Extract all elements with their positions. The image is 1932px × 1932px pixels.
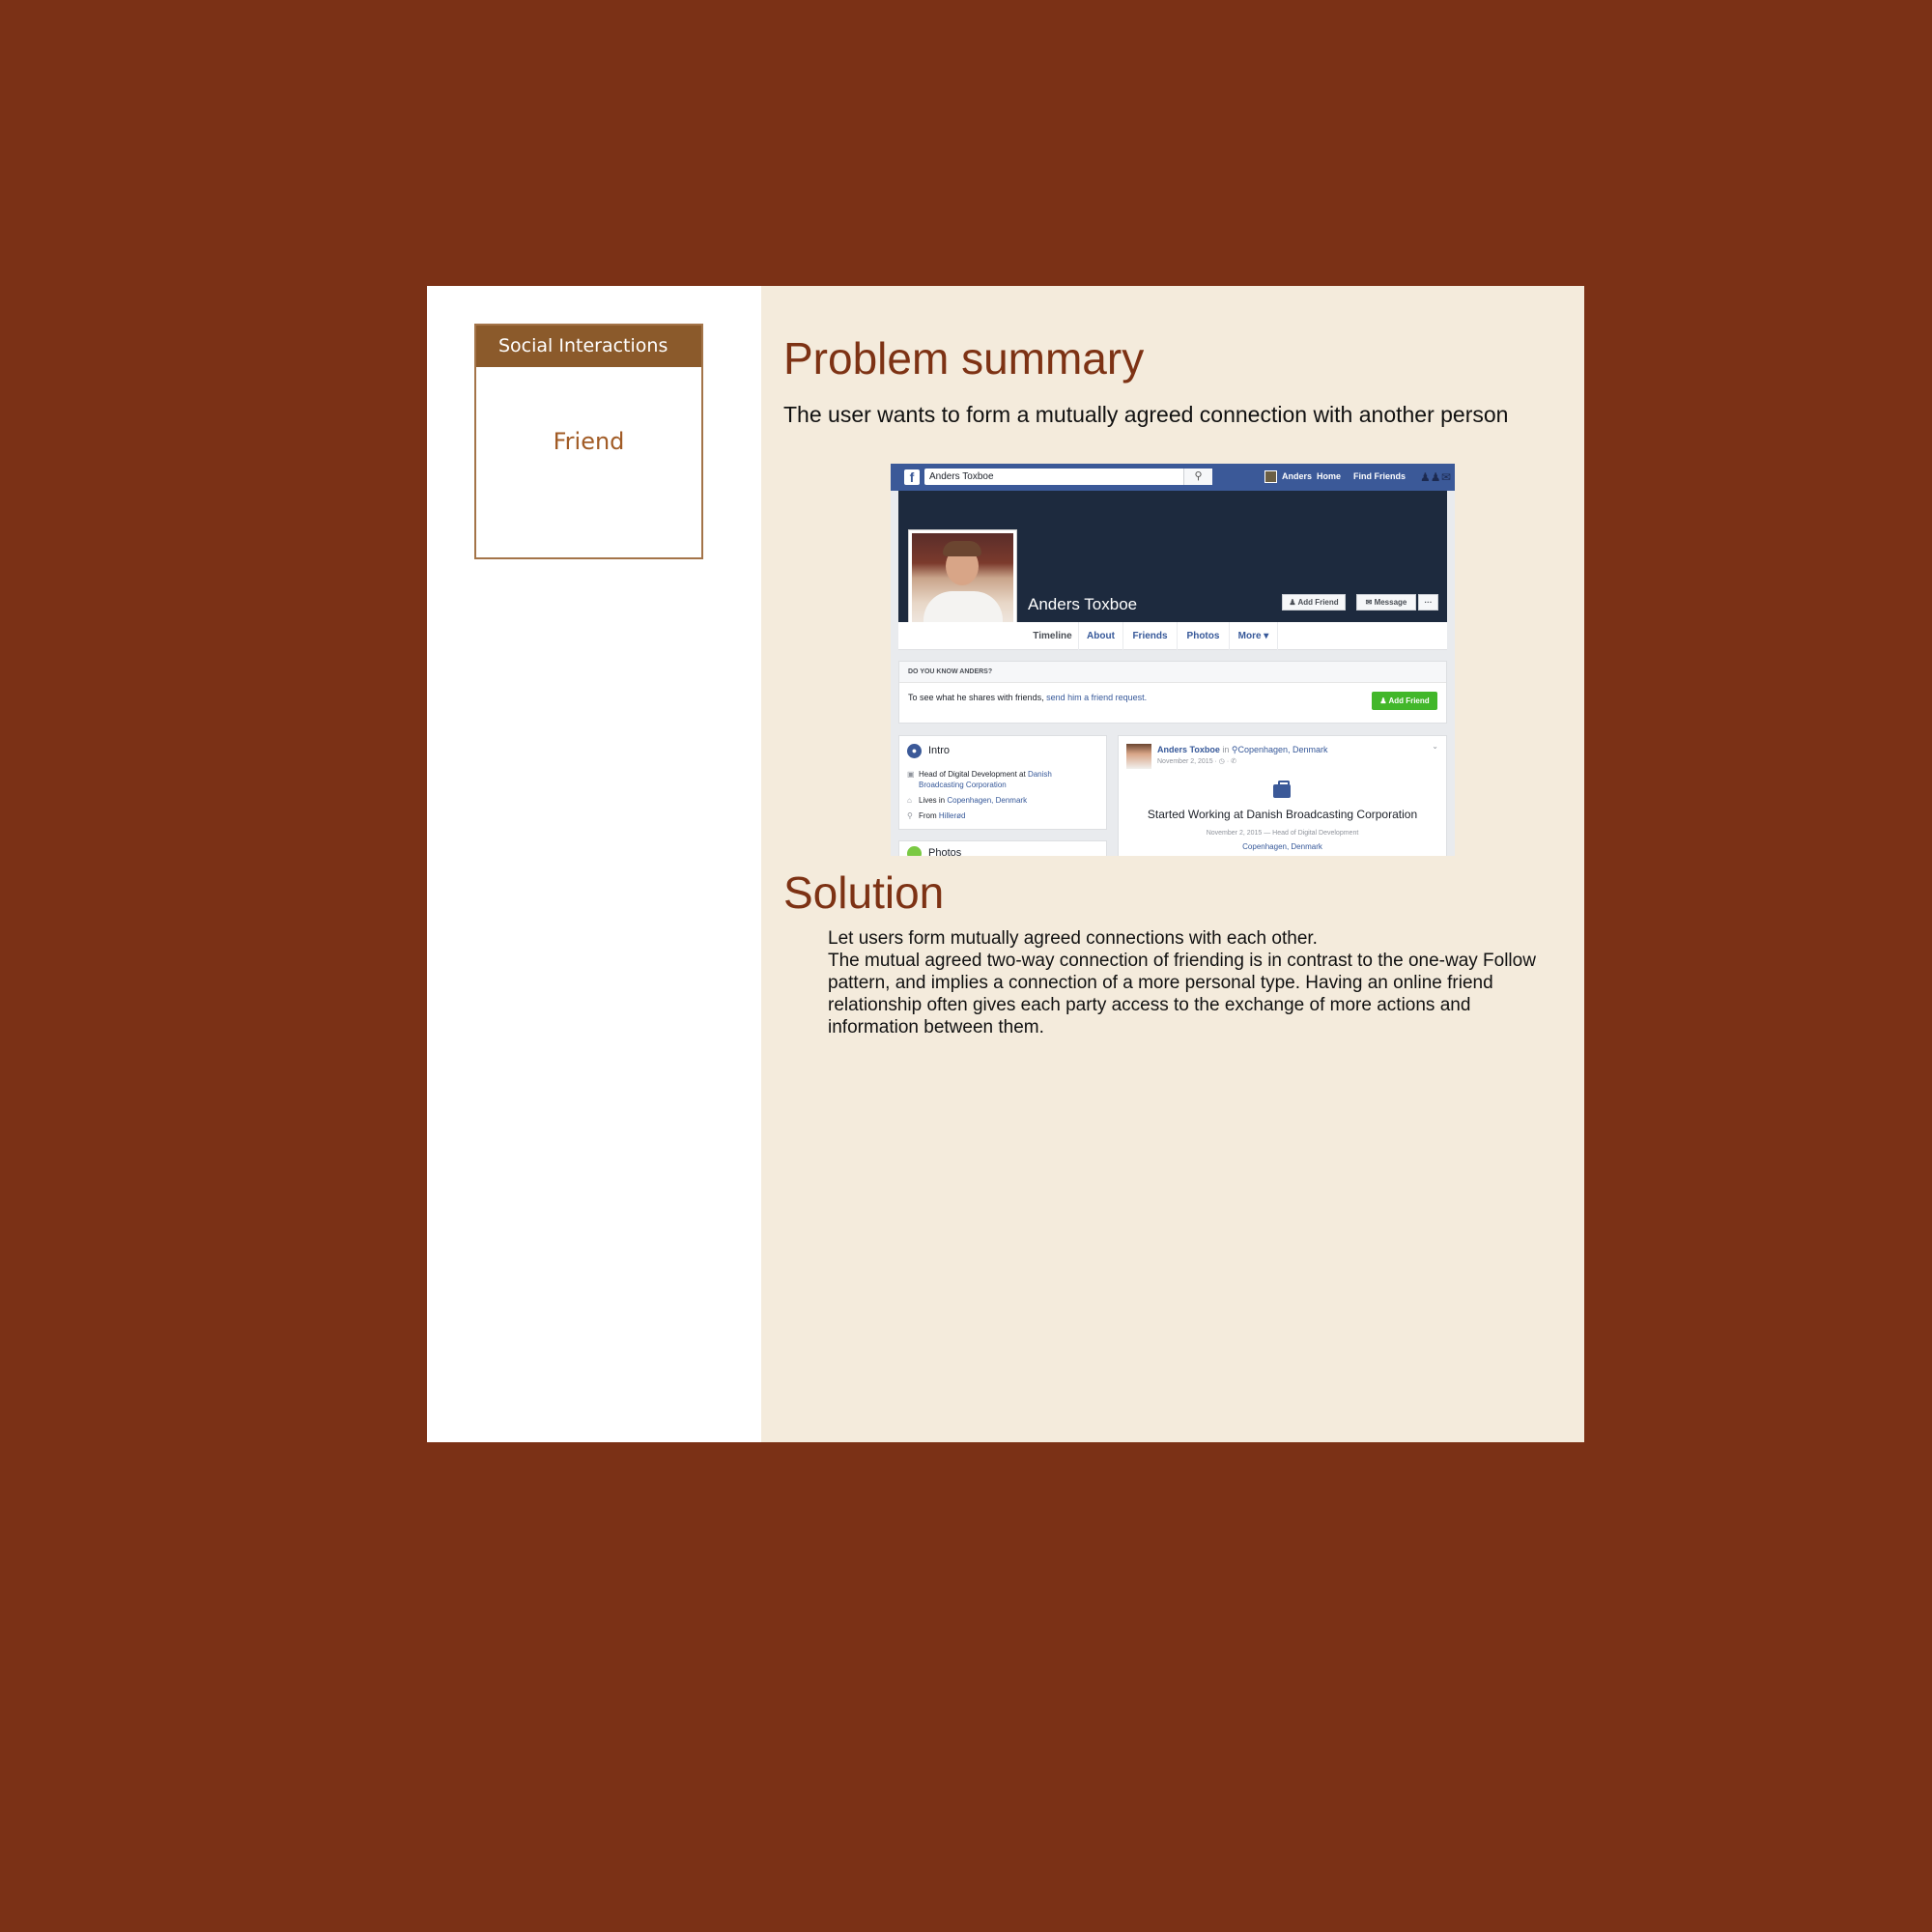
more-options-button[interactable]: ···	[1418, 594, 1438, 611]
friend-request-prompt: DO YOU KNOW ANDERS? To see what he share…	[898, 661, 1447, 724]
example-screenshot: f Anders Toxboe ⚲ Anders Home Find Frien…	[891, 464, 1455, 856]
photos-card: Photos	[898, 840, 1107, 856]
intro-work: ▣ Head of Digital Development at Danish Br…	[907, 770, 1052, 789]
home-link[interactable]: Home	[1317, 471, 1341, 481]
sidebar: Social Interactions Friend	[427, 286, 761, 1442]
location-pin-icon: ⚲	[907, 811, 913, 820]
home-icon: ⌂	[907, 796, 912, 805]
message-button[interactable]: ✉ Message	[1356, 594, 1416, 611]
facebook-logo-icon: f	[904, 469, 920, 485]
user-link[interactable]: Anders	[1282, 471, 1312, 481]
solution-line-2: The mutual agreed two-way connection of …	[828, 951, 1536, 1037]
post-subtitle: November 2, 2015 — Head of Digital Devel…	[1206, 830, 1359, 837]
intro-lives: ⌂ Lives in Copenhagen, Denmark	[907, 796, 1028, 805]
content-panel: Problem summary The user wants to form a…	[761, 286, 1584, 1442]
prompt-text: To see what he shares with friends, send…	[908, 693, 1148, 702]
post-headline: Started Working at Danish Broadcasting C…	[1147, 808, 1418, 821]
add-friend-button[interactable]: ♟ Add Friend	[1282, 594, 1346, 611]
profile-tabs: Timeline About Friends Photos More ▾	[898, 622, 1447, 650]
category-header: Social Interactions	[476, 326, 701, 367]
tab-more[interactable]: More ▾	[1230, 622, 1278, 650]
pattern-card: Social Interactions Friend Problem summa…	[427, 286, 1584, 1442]
problem-text: The user wants to form a mutually agreed…	[783, 402, 1509, 427]
prompt-heading: DO YOU KNOW ANDERS?	[899, 662, 1446, 683]
photos-icon	[907, 846, 922, 856]
solution-heading: Solution	[783, 867, 945, 918]
friend-requests-icon[interactable]: ♟♟	[1420, 470, 1441, 484]
search-icon[interactable]: ⚲	[1183, 469, 1212, 485]
tab-photos[interactable]: Photos	[1178, 622, 1230, 650]
profile-name: Anders Toxboe	[1028, 595, 1138, 613]
photos-title: Photos	[928, 847, 962, 856]
intro-from: ⚲ From Hillerød	[907, 811, 966, 820]
briefcase-icon: ▣	[907, 770, 915, 779]
solution-text: Let users form mutually agreed connectio…	[828, 927, 1538, 1038]
tab-about[interactable]: About	[1079, 622, 1123, 650]
pattern-name: Friend	[553, 428, 625, 455]
tab-timeline[interactable]: Timeline	[1027, 622, 1079, 650]
globe-icon: ●	[907, 744, 922, 758]
intro-title: Intro	[928, 745, 951, 756]
post-date: November 2, 2015 · ◷ · ✆	[1157, 758, 1237, 765]
post-author-line: Anders Toxboe in ⚲Copenhagen, Denmark	[1157, 745, 1328, 754]
briefcase-icon	[1273, 781, 1291, 798]
messages-icon[interactable]: ✉	[1441, 470, 1451, 484]
timeline-post: Anders Toxboe in ⚲Copenhagen, Denmark No…	[1118, 735, 1447, 856]
chevron-down-icon[interactable]: ⌄	[1432, 742, 1438, 751]
avatar[interactable]	[1264, 470, 1277, 483]
tab-friends[interactable]: Friends	[1123, 622, 1178, 650]
intro-card: ● Intro ▣ Head of Digital Development at …	[898, 735, 1107, 830]
find-friends-link[interactable]: Find Friends	[1353, 471, 1406, 481]
add-friend-button-green[interactable]: ♟ Add Friend	[1372, 692, 1437, 710]
send-friend-request-link[interactable]: send him a friend request.	[1046, 693, 1147, 702]
search-input[interactable]: Anders Toxboe	[924, 469, 1212, 485]
pattern-category-box[interactable]: Social Interactions Friend	[474, 324, 703, 559]
solution-line-1: Let users form mutually agreed connectio…	[828, 928, 1318, 949]
profile-picture[interactable]	[908, 529, 1017, 637]
post-avatar[interactable]	[1126, 744, 1151, 769]
post-location[interactable]: Copenhagen, Denmark	[1119, 842, 1446, 851]
problem-heading: Problem summary	[783, 333, 1145, 384]
facebook-topbar: f Anders Toxboe ⚲ Anders Home Find Frien…	[891, 464, 1455, 491]
